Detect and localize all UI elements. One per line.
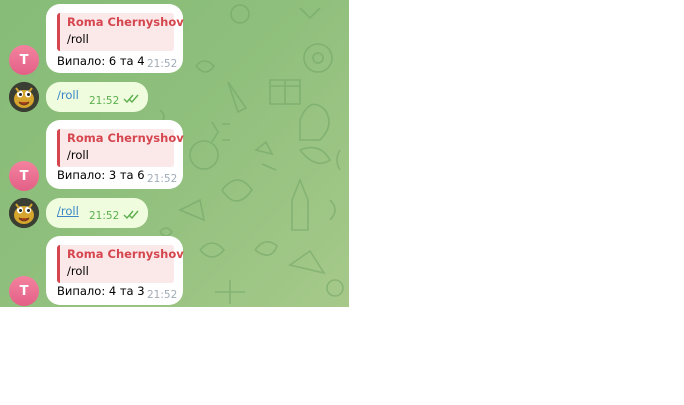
sender-avatar[interactable]: T [9,276,39,306]
reply-text: /roll [67,32,89,46]
sender-avatar[interactable]: T [9,161,39,191]
reply-author: Roma Chernyshov [67,131,184,145]
command-link[interactable]: /roll [57,204,79,218]
sender-avatar[interactable]: T [9,45,39,75]
reply-quote[interactable]: Roma Chernyshov /roll [57,129,184,167]
message-time: 21:52 [147,58,178,70]
message-time: 21:52 [147,289,178,301]
reply-author: Roma Chernyshov [67,247,184,261]
outgoing-message-bubble[interactable]: /roll 21:52 [46,198,148,228]
avatar-letter: T [19,52,29,68]
bot-avatar-image [9,82,39,112]
message-time: 21:52 [147,173,178,185]
double-check-icon [123,94,139,103]
reply-text: /roll [67,148,89,162]
bot-avatar-icon[interactable] [9,82,39,112]
command-link[interactable]: /roll [57,88,79,102]
message-text: Випало: 3 та 6 [57,168,145,182]
bot-avatar-icon[interactable] [9,198,39,228]
reply-quote[interactable]: Roma Chernyshov /roll [57,245,184,283]
chat-panel: T Roma Chernyshov /roll Випало: 6 та 4 2… [0,0,349,307]
message-time: 21:52 [89,95,120,107]
bot-avatar-image [9,198,39,228]
incoming-message-bubble[interactable]: Roma Chernyshov /roll Випало: 6 та 4 21:… [46,4,184,73]
reply-quote[interactable]: Roma Chernyshov /roll [57,13,184,51]
message-text: Випало: 6 та 4 [57,54,145,68]
reply-text: /roll [67,264,89,278]
message-time: 21:52 [89,210,120,222]
message-text: Випало: 4 та 3 [57,284,145,298]
double-check-icon [123,210,139,219]
outgoing-message-bubble[interactable]: /roll 21:52 [46,82,148,112]
avatar-letter: T [19,168,29,184]
avatar-letter: T [19,283,29,299]
incoming-message-bubble[interactable]: Roma Chernyshov /roll Випало: 3 та 6 21:… [46,120,184,189]
incoming-message-bubble[interactable]: Roma Chernyshov /roll Випало: 4 та 3 21:… [46,236,184,305]
reply-author: Roma Chernyshov [67,15,184,29]
